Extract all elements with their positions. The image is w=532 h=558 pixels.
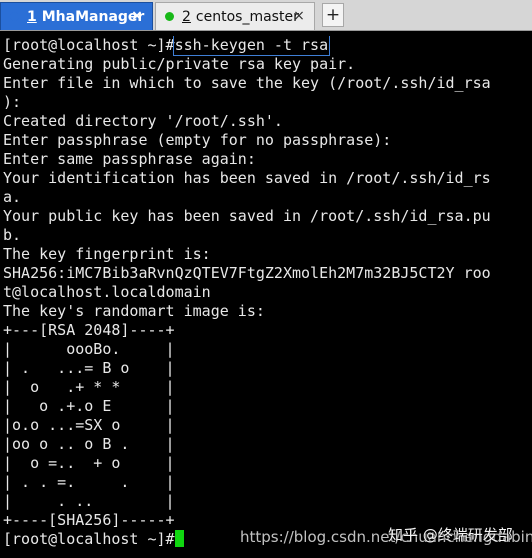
- output-line: ):: [3, 93, 22, 111]
- tab-number: 2: [182, 8, 191, 25]
- command-text: ssh-keygen -t rsa: [172, 36, 331, 56]
- output-line: Your identification has been saved in /r…: [3, 169, 491, 187]
- prompt: [root@localhost ~]#: [3, 530, 175, 548]
- watermark-brand: 知乎 @终端研发部: [388, 526, 513, 544]
- command-line: [root@localhost ~]#ssh-keygen -t rsa: [0, 36, 532, 56]
- output-line: | . ...= B o |: [3, 359, 175, 377]
- output-line: Enter passphrase (empty for no passphras…: [3, 131, 392, 149]
- output-line: | o .+.o E |: [3, 397, 175, 415]
- output-line: b.: [3, 226, 22, 244]
- output-line: | . .. |: [3, 492, 175, 510]
- terminal-output[interactable]: [root@localhost ~]#ssh-keygen -t rsa Gen…: [0, 36, 532, 558]
- close-icon[interactable]: ×: [128, 7, 146, 25]
- output-block: Generating public/private rsa key pair. E…: [0, 55, 532, 530]
- output-line: Created directory '/root/.ssh'.: [3, 112, 283, 130]
- tab-mhamanager[interactable]: 1 MhaManager ×: [0, 2, 153, 30]
- tab-centos-master[interactable]: 2 centos_master ×: [155, 2, 315, 30]
- tab-bar: 1 MhaManager × 2 centos_master × +: [0, 0, 532, 31]
- output-line: | . . =. . |: [3, 473, 175, 491]
- output-line: | o =.. + o |: [3, 454, 175, 472]
- output-line: a.: [3, 188, 22, 206]
- tab-number: 1: [27, 8, 37, 25]
- watermark: https://blog.csdn.net/chuanchengdabing 知…: [240, 526, 532, 546]
- output-line: The key fingerprint is:: [3, 245, 211, 263]
- output-line: SHA256:iMC7Bib3aRvnQzQTEV7FtgZ2XmolEh2M7…: [3, 264, 491, 282]
- output-line: +---[RSA 2048]----+: [3, 321, 175, 339]
- output-line: The key's randomart image is:: [3, 302, 265, 320]
- output-line: t@localhost.localdomain: [3, 283, 211, 301]
- prompt: [root@localhost ~]#: [3, 36, 175, 54]
- output-line: Generating public/private rsa key pair.: [3, 55, 356, 73]
- output-line: Enter same passphrase again:: [3, 150, 256, 168]
- close-icon[interactable]: ×: [290, 7, 308, 25]
- terminal-cursor: [174, 530, 184, 547]
- output-line: |o.o ...=SX o |: [3, 416, 175, 434]
- output-line: Enter file in which to save the key (/ro…: [3, 74, 491, 92]
- tab-label: centos_master: [195, 8, 299, 25]
- session-status-icon: [10, 12, 19, 21]
- output-line: | o .+ * * |: [3, 378, 175, 396]
- new-tab-button[interactable]: +: [322, 3, 344, 27]
- output-line: | oooBo. |: [3, 340, 175, 358]
- output-line: Your public key has been saved in /root/…: [3, 207, 491, 225]
- output-line: |oo o .. o B . |: [3, 435, 175, 453]
- session-status-icon: [165, 12, 174, 21]
